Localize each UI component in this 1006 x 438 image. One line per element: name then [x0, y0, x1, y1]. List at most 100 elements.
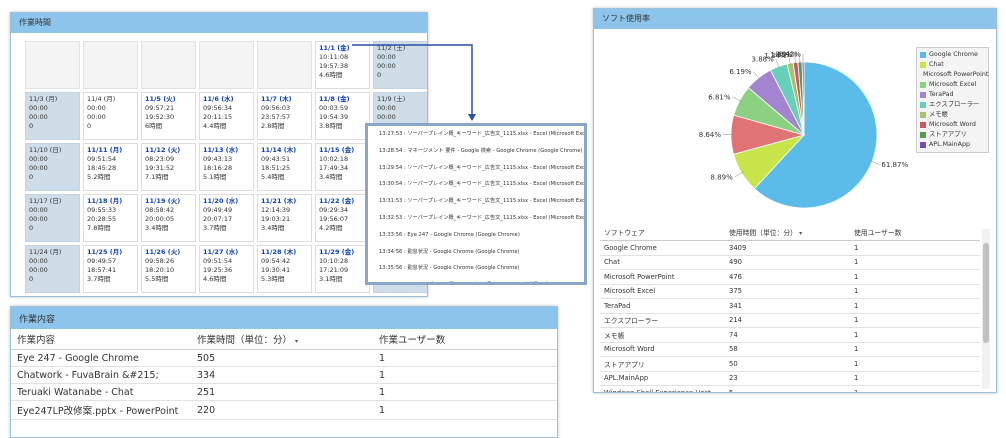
work-col-users[interactable]: 作業ユーザー数 — [373, 329, 557, 350]
table-cell: 251 — [191, 383, 373, 401]
legend-item[interactable]: Google Chrome — [920, 50, 985, 60]
calendar-day-cell[interactable]: 11/22 (金) 09:29:34 19:56:07 4.2時間 — [315, 194, 370, 242]
legend-item[interactable]: エクスプローラー — [920, 100, 985, 110]
legend-item[interactable]: TeraPad — [920, 90, 985, 100]
table-row[interactable]: Chatwork - FuvaBrain &#215; 334 1 — [11, 366, 557, 384]
table-row[interactable]: TeraPad 341 1 — [600, 298, 980, 314]
calendar-date[interactable]: 11/15 (金) — [319, 146, 366, 155]
table-cell: 476 — [725, 269, 850, 285]
calendar-value: 09:55:33 — [87, 206, 117, 214]
table-cell: 505 — [191, 349, 373, 367]
calendar-date[interactable]: 11/12 (火) — [145, 146, 192, 155]
calendar-date[interactable]: 11/19 (火) — [145, 197, 192, 206]
calendar-date[interactable]: 11/25 (月) — [87, 248, 134, 257]
sort-desc-icon[interactable]: ▾ — [295, 338, 298, 345]
calendar-day-cell[interactable]: 11/25 (月) 09:49:57 18:57:41 3.7時間 — [83, 245, 138, 293]
table-row[interactable]: Teruaki Watanabe - Chat 251 1 — [11, 383, 557, 401]
table-row[interactable]: Chat 490 1 — [600, 255, 980, 270]
calendar-day-cell[interactable]: 11/28 (木) 09:54:42 19:30:41 5.3時間 — [257, 245, 312, 293]
calendar-date[interactable]: 11/29 (金) — [319, 248, 366, 257]
calendar-day-cell[interactable]: 11/8 (金) 00:03:59 19:54:39 3.8時間 — [315, 92, 370, 140]
calendar-value: 00:00 — [87, 104, 106, 112]
table-row[interactable]: ストアアプリ 50 1 — [600, 356, 980, 372]
calendar-date[interactable]: 11/13 (水) — [203, 146, 250, 155]
calendar-day-cell[interactable]: 11/29 (金) 10:10:28 17:21:09 3.1時間 — [315, 245, 370, 293]
table-scrollbar[interactable] — [982, 229, 990, 389]
table-row[interactable]: APL.MainApp 23 1 — [600, 371, 980, 386]
soft-col-time[interactable]: 使用時間（単位：分） ▾ — [725, 224, 850, 241]
calendar-day-cell[interactable]: 11/11 (月) 09:51:54 18:45:28 5.2時間 — [83, 143, 138, 191]
calendar-day-cell[interactable]: 11/20 (水) 09:49:49 20:07:17 3.7時間 — [199, 194, 254, 242]
table-row[interactable]: Windows Shell Experience Host 5 1 — [600, 385, 980, 392]
legend-item[interactable]: ストアアプリ — [920, 130, 985, 140]
work-col-content[interactable]: 作業内容 — [11, 329, 191, 350]
table-row[interactable]: メモ帳 74 1 — [600, 327, 980, 343]
calendar-date[interactable]: 11/8 (金) — [319, 95, 366, 104]
calendar-day-cell — [83, 41, 138, 89]
calendar-date[interactable]: 11/21 (木) — [261, 197, 308, 206]
table-row[interactable]: Microsoft PowerPoint 476 1 — [600, 269, 980, 285]
calendar-day-cell: 11/4 (月) 00:00 00:00 0 — [83, 92, 138, 140]
calendar-date[interactable]: 11/7 (木) — [261, 95, 308, 104]
calendar-date[interactable]: 11/26 (火) — [145, 248, 192, 257]
calendar-day-cell[interactable]: 11/15 (金) 10:02:18 17:49:34 3.4時間 — [315, 143, 370, 191]
calendar-day-cell[interactable]: 11/19 (火) 08:58:42 20:00:05 3.4時間 — [141, 194, 196, 242]
calendar-day-cell[interactable]: 11/26 (火) 09:58:26 18:20:10 5.5時間 — [141, 245, 196, 293]
calendar-date[interactable]: 11/1 (金) — [319, 44, 366, 53]
calendar-value: 00:00 — [377, 62, 396, 70]
calendar-date[interactable]: 11/6 (水) — [203, 95, 250, 104]
calendar-day-cell[interactable]: 11/27 (水) 09:51:54 19:25:36 4.6時間 — [199, 245, 254, 293]
soft-col-users[interactable]: 使用ユーザー数 — [850, 224, 980, 241]
soft-col-software[interactable]: ソフトウェア — [600, 224, 725, 241]
table-row[interactable]: Eye247LP改修案.pptx - PowerPoint 220 1 — [11, 400, 557, 420]
table-cell: 341 — [725, 298, 850, 314]
calendar-date[interactable]: 11/27 (水) — [203, 248, 250, 257]
work-col-time[interactable]: 作業時間（単位：分） ▾ — [191, 329, 373, 350]
calendar-date[interactable]: 11/14 (木) — [261, 146, 308, 155]
table-row[interactable]: Microsoft Word 58 1 — [600, 342, 980, 357]
calendar-day-cell[interactable]: 11/7 (木) 09:56:03 23:57:57 2.8時間 — [257, 92, 312, 140]
scrollbar-thumb[interactable] — [983, 243, 989, 343]
legend-swatch — [920, 112, 926, 118]
calendar-value: 19:25:36 — [203, 266, 233, 274]
table-cell: Google Chrome — [600, 240, 725, 256]
calendar-day-cell[interactable]: 11/1 (金) 10:11:08 19:57:38 4.6時間 — [315, 41, 370, 89]
calendar-day-cell[interactable]: 11/5 (火) 09:57:21 19:52:30 6時間 — [141, 92, 196, 140]
calendar-day-cell[interactable]: 11/18 (月) 09:55:33 20:28:55 7.8時間 — [83, 194, 138, 242]
calendar-day-cell[interactable]: 11/6 (水) 09:56:34 20:11:15 4.4時間 — [199, 92, 254, 140]
calendar-date[interactable]: 11/11 (月) — [87, 146, 134, 155]
table-cell: 74 — [725, 327, 850, 343]
calendar-day-cell[interactable]: 11/21 (木) 12:14:39 19:03:21 3.4時間 — [257, 194, 312, 242]
calendar-date[interactable]: 11/18 (月) — [87, 197, 134, 206]
calendar-value: 19:03:21 — [261, 215, 291, 223]
table-row[interactable]: エクスプローラー 214 1 — [600, 313, 980, 328]
calendar-date[interactable]: 11/22 (金) — [319, 197, 366, 206]
table-cell: Microsoft PowerPoint — [600, 269, 725, 285]
legend-item[interactable]: Chat — [920, 60, 985, 70]
calendar-value: 00:00 — [29, 215, 48, 223]
table-row[interactable]: Google Chrome 3409 1 — [600, 240, 980, 256]
legend-item[interactable]: Microsoft Word — [920, 120, 985, 130]
calendar-day-cell: 11/24 (月) 00:00 00:00 0 — [25, 245, 80, 293]
legend-item[interactable]: APL.MainApp — [920, 140, 985, 150]
legend-item[interactable]: メモ帳 — [920, 110, 985, 120]
legend-label: メモ帳 — [929, 111, 948, 118]
table-cell: 50 — [725, 356, 850, 372]
calendar-date[interactable]: 11/20 (水) — [203, 197, 250, 206]
legend-swatch — [920, 122, 926, 128]
calendar-day-cell[interactable]: 11/13 (水) 09:43:13 18:16:28 5.1時間 — [199, 143, 254, 191]
table-cell: 1 — [373, 400, 557, 420]
calendar-day-cell[interactable]: 11/14 (木) 09:43:51 18:51:25 5.4時間 — [257, 143, 312, 191]
table-row[interactable]: Eye 247 - Google Chrome 505 1 — [11, 349, 557, 367]
legend-item[interactable]: Microsoft PowerPoint — [920, 70, 989, 80]
legend-label: Microsoft PowerPoint — [923, 71, 989, 78]
calendar-day-cell[interactable]: 11/12 (火) 08:23:09 19:31:52 7.1時間 — [141, 143, 196, 191]
calendar-value: 00:00 — [29, 164, 48, 172]
table-row[interactable]: Microsoft Excel 375 1 — [600, 284, 980, 299]
table-cell: 23 — [725, 371, 850, 386]
calendar-value: 2.8時間 — [261, 122, 285, 130]
legend-item[interactable]: Microsoft Excel — [920, 80, 985, 90]
calendar-date[interactable]: 11/28 (木) — [261, 248, 308, 257]
sort-desc-icon[interactable]: ▾ — [799, 230, 802, 237]
calendar-date[interactable]: 11/5 (火) — [145, 95, 192, 104]
